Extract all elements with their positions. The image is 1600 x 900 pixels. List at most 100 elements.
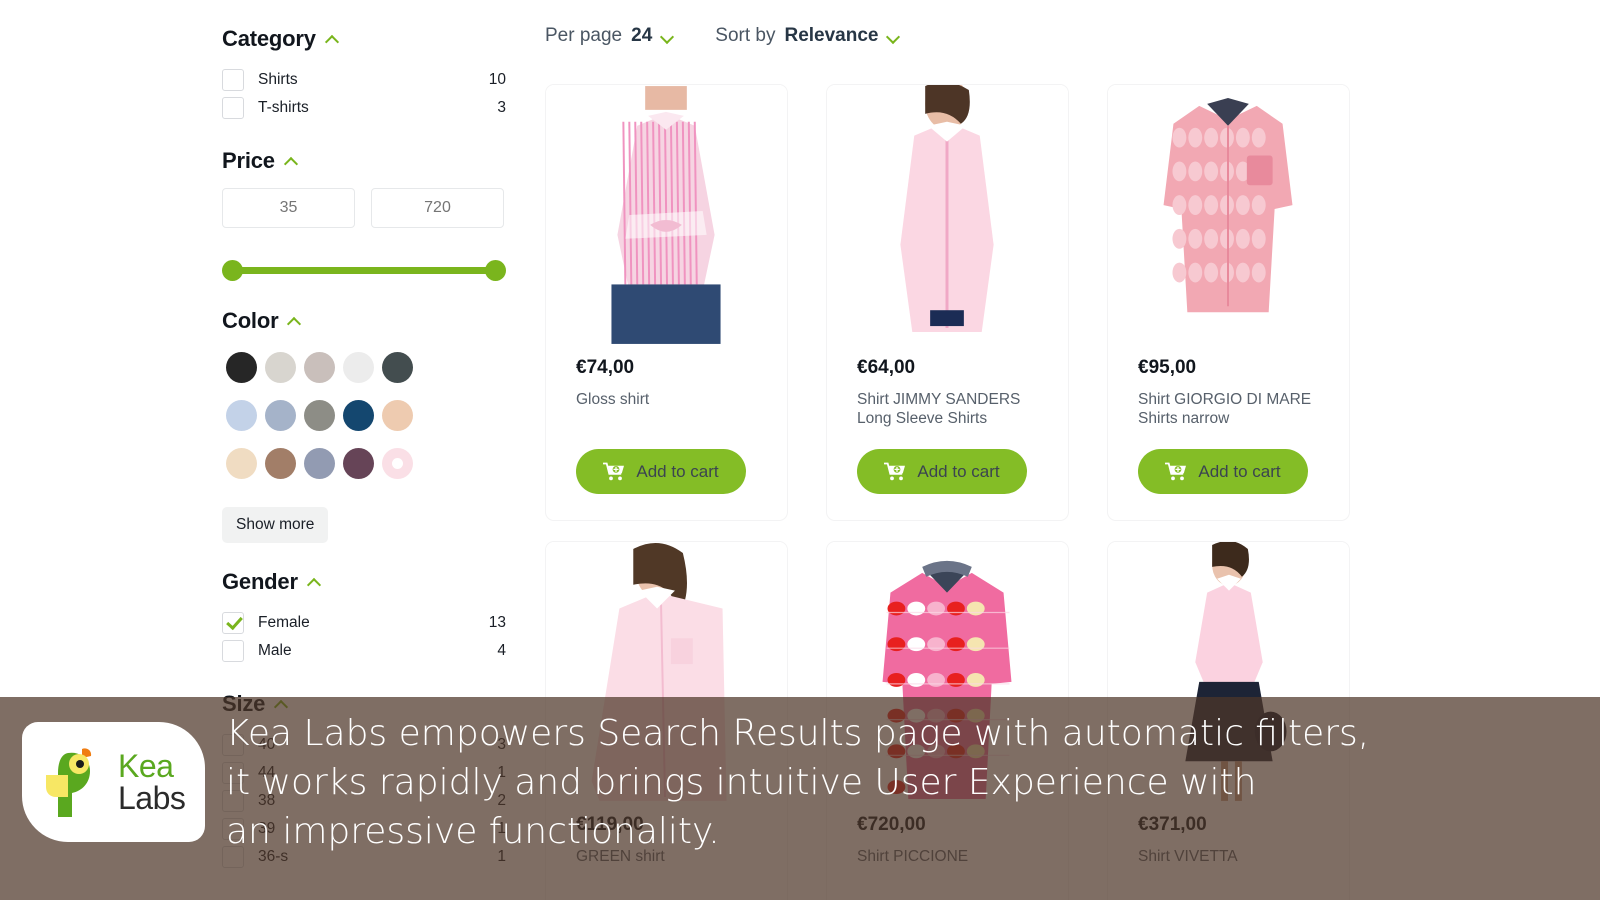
filter-option-label: Male bbox=[258, 642, 292, 659]
logo-kea-text: Kea bbox=[118, 748, 174, 784]
chevron-down-icon bbox=[661, 32, 675, 41]
cart-icon bbox=[603, 462, 625, 481]
color-swatch-cell[interactable] bbox=[300, 348, 339, 387]
filter-option-female[interactable]: Female 13 bbox=[222, 609, 506, 637]
price-max-input[interactable] bbox=[371, 188, 504, 228]
filter-option-t-shirts[interactable]: T-shirts 3 bbox=[222, 94, 506, 122]
color-swatch[interactable] bbox=[265, 400, 296, 431]
facet-header-price[interactable]: Price bbox=[222, 148, 506, 174]
add-to-cart-label: Add to cart bbox=[636, 461, 719, 481]
add-to-cart-button[interactable]: Add to cart bbox=[857, 449, 1027, 494]
chevron-up-icon[interactable] bbox=[326, 35, 341, 44]
product-card[interactable]: €95,00 Shirt GIORGIO DI MARE Shirts narro… bbox=[1107, 84, 1350, 521]
promo-caption: Kea Labs empowers Search Results page wi… bbox=[226, 709, 1526, 856]
facet-category: Category Shirts 10 T-shirts 3 bbox=[222, 26, 506, 122]
product-name[interactable]: Gloss shirt bbox=[576, 390, 757, 409]
facet-title: Gender bbox=[222, 569, 298, 594]
chevron-up-icon[interactable] bbox=[308, 578, 323, 587]
color-swatch-cell[interactable] bbox=[378, 348, 417, 387]
sort-by-selector[interactable]: Sort by Relevance bbox=[715, 25, 901, 47]
facet-title: Color bbox=[222, 308, 279, 333]
color-swatch[interactable] bbox=[265, 352, 296, 383]
checkbox[interactable] bbox=[222, 612, 244, 634]
add-to-cart-label: Add to cart bbox=[917, 461, 1000, 481]
filter-option-label: Female bbox=[258, 614, 310, 631]
color-swatch[interactable] bbox=[382, 448, 413, 479]
facet-header-gender[interactable]: Gender bbox=[222, 569, 506, 595]
color-swatch-cell[interactable] bbox=[222, 396, 261, 435]
color-swatch-cell[interactable] bbox=[261, 396, 300, 435]
color-swatch[interactable] bbox=[343, 400, 374, 431]
logo-labs-text: Labs bbox=[118, 780, 186, 816]
kea-labs-logo: Kea Labs bbox=[22, 722, 205, 842]
price-min-input[interactable] bbox=[222, 188, 355, 228]
show-more-colors-button[interactable]: Show more bbox=[222, 507, 329, 543]
color-swatch-cell[interactable] bbox=[339, 348, 378, 387]
product-card[interactable]: €64,00 Shirt JIMMY SANDERS Long Sleeve Sh… bbox=[826, 84, 1069, 521]
caption-line: an impressive functionality. bbox=[226, 811, 720, 852]
results-toolbar: Per page 24 Sort by Relevance bbox=[545, 25, 901, 47]
chevron-up-icon[interactable] bbox=[285, 157, 300, 166]
per-page-value: 24 bbox=[631, 25, 653, 46]
color-swatch[interactable] bbox=[265, 448, 296, 479]
chevron-down-icon bbox=[887, 32, 901, 41]
color-swatch-cell[interactable] bbox=[300, 444, 339, 483]
filter-option-count: 4 bbox=[497, 642, 506, 659]
filter-option-shirts[interactable]: Shirts 10 bbox=[222, 66, 506, 94]
color-swatch-cell[interactable] bbox=[378, 444, 417, 483]
cart-icon bbox=[1165, 462, 1187, 481]
add-to-cart-button[interactable]: Add to cart bbox=[576, 449, 746, 494]
color-swatch[interactable] bbox=[226, 448, 257, 479]
filter-option-label: Shirts bbox=[258, 71, 298, 88]
color-swatch[interactable] bbox=[343, 352, 374, 383]
color-swatch-cell[interactable] bbox=[339, 444, 378, 483]
color-swatch[interactable] bbox=[304, 448, 335, 479]
caption-line: it works rapidly and brings intuitive Us… bbox=[226, 762, 1257, 803]
facet-title: Price bbox=[222, 148, 275, 173]
slider-handle-max[interactable] bbox=[485, 260, 506, 281]
slider-handle-min[interactable] bbox=[222, 260, 243, 281]
color-swatch[interactable] bbox=[382, 400, 413, 431]
checkbox[interactable] bbox=[222, 97, 244, 119]
color-swatch[interactable] bbox=[226, 352, 257, 383]
color-swatch-cell[interactable] bbox=[378, 396, 417, 435]
color-swatch[interactable] bbox=[382, 352, 413, 383]
checkbox[interactable] bbox=[222, 69, 244, 91]
facet-price: Price bbox=[222, 148, 506, 282]
color-swatch-cell[interactable] bbox=[300, 396, 339, 435]
product-name[interactable]: Shirt JIMMY SANDERS Long Sleeve Shirts bbox=[857, 390, 1038, 428]
cart-icon bbox=[884, 462, 906, 481]
facet-color: Color Show more bbox=[222, 308, 506, 543]
color-swatch-cell[interactable] bbox=[261, 348, 300, 387]
product-image[interactable] bbox=[1108, 85, 1349, 345]
color-swatch-cell[interactable] bbox=[339, 396, 378, 435]
product-price: €95,00 bbox=[1138, 357, 1197, 378]
checkbox[interactable] bbox=[222, 640, 244, 662]
color-swatch[interactable] bbox=[343, 448, 374, 479]
product-card[interactable]: €74,00 Gloss shirt Add to cart bbox=[545, 84, 788, 521]
price-range-inputs bbox=[222, 188, 506, 228]
chevron-up-icon[interactable] bbox=[288, 317, 303, 326]
color-swatch[interactable] bbox=[304, 400, 335, 431]
color-swatch-cell[interactable] bbox=[222, 348, 261, 387]
facet-header-color[interactable]: Color bbox=[222, 308, 506, 334]
color-swatch[interactable] bbox=[304, 352, 335, 383]
filter-option-count: 3 bbox=[497, 99, 506, 116]
filter-option-male[interactable]: Male 4 bbox=[222, 637, 506, 665]
product-price: €64,00 bbox=[857, 357, 916, 378]
sort-by-value: Relevance bbox=[784, 25, 879, 46]
color-swatch-cell[interactable] bbox=[222, 444, 261, 483]
color-swatch[interactable] bbox=[226, 400, 257, 431]
color-swatch-cell[interactable] bbox=[261, 444, 300, 483]
price-range-slider[interactable] bbox=[222, 260, 506, 282]
per-page-selector[interactable]: Per page 24 bbox=[545, 25, 675, 47]
facet-header-category[interactable]: Category bbox=[222, 26, 506, 52]
add-to-cart-button[interactable]: Add to cart bbox=[1138, 449, 1308, 494]
per-page-label: Per page bbox=[545, 25, 623, 46]
filter-option-label: T-shirts bbox=[258, 99, 309, 116]
product-image[interactable] bbox=[546, 85, 787, 345]
product-name[interactable]: Shirt GIORGIO DI MARE Shirts narrow bbox=[1138, 390, 1319, 428]
color-swatch-grid bbox=[222, 348, 506, 483]
facet-title: Category bbox=[222, 26, 316, 51]
product-image[interactable] bbox=[827, 85, 1068, 345]
